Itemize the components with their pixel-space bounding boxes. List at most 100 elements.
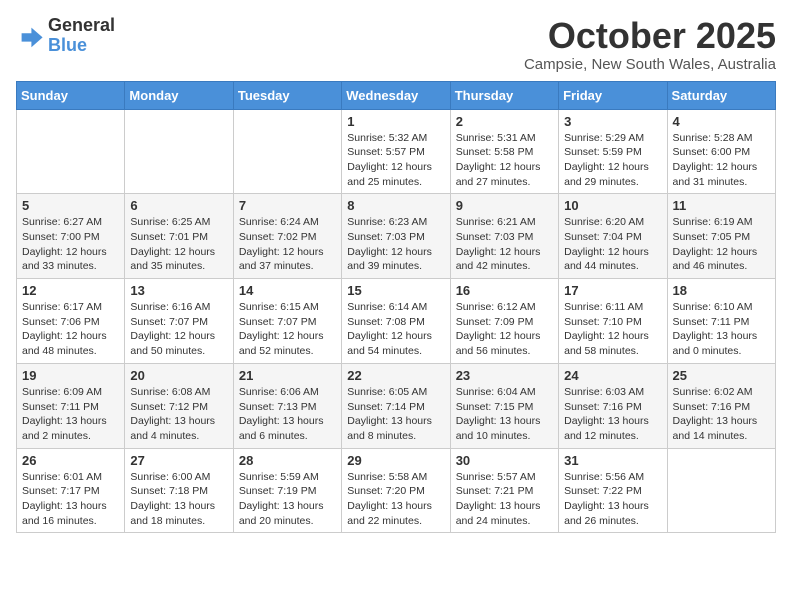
calendar-cell: 23 Sunrise: 6:04 AM Sunset: 7:15 PM Dayli… [450,363,558,448]
weekday-header-friday: Friday [559,81,667,109]
weekday-header-wednesday: Wednesday [342,81,450,109]
calendar-cell: 7Sunrise: 6:24 AM Sunset: 7:02 PM Daylig… [233,194,341,279]
calendar-cell: 24 Sunrise: 6:03 AM Sunset: 7:16 PM Dayli… [559,363,667,448]
day-info: Sunrise: 6:16 AM Sunset: 7:07 PM Dayligh… [130,300,227,359]
day-number: 31 [564,453,661,468]
day-number: 24 [564,368,661,383]
weekday-header-thursday: Thursday [450,81,558,109]
day-info: Sunrise: 6:09 AM Sunset: 7:11 PM Dayligh… [22,385,119,444]
day-info: Sunrise: 6:00 AM Sunset: 7:18 PM Dayligh… [130,470,227,529]
calendar-cell [233,109,341,194]
day-info: Sunrise: 6:06 AM Sunset: 7:13 PM Dayligh… [239,385,336,444]
day-info: Sunrise: 6:04 AM Sunset: 7:15 PM Dayligh… [456,385,553,444]
day-info: Sunrise: 5:56 AM Sunset: 7:22 PM Dayligh… [564,470,661,529]
calendar-cell: 25 Sunrise: 6:02 AM Sunset: 7:16 PM Dayli… [667,363,775,448]
logo-icon [16,22,44,50]
page-header: General Blue October 2025 Campsie, New S… [16,16,776,73]
day-number: 22 [347,368,444,383]
calendar-cell: 10 Sunrise: 6:20 AM Sunset: 7:04 PM Dayli… [559,194,667,279]
day-info: Sunrise: 6:10 AM Sunset: 7:11 PM Dayligh… [673,300,770,359]
calendar-week-4: 19 Sunrise: 6:09 AM Sunset: 7:11 PM Dayli… [17,363,776,448]
calendar-week-2: 5Sunrise: 6:27 AM Sunset: 7:00 PM Daylig… [17,194,776,279]
calendar-cell: 8 Sunrise: 6:23 AM Sunset: 7:03 PM Daylig… [342,194,450,279]
day-info: Sunrise: 6:02 AM Sunset: 7:16 PM Dayligh… [673,385,770,444]
day-info: Sunrise: 6:21 AM Sunset: 7:03 PM Dayligh… [456,215,553,274]
day-info: Sunrise: 5:31 AM Sunset: 5:58 PM Dayligh… [456,131,553,190]
title-block: October 2025 Campsie, New South Wales, A… [524,16,776,73]
weekday-header-saturday: Saturday [667,81,775,109]
day-number: 14 [239,283,336,298]
calendar-cell: 17Sunrise: 6:11 AM Sunset: 7:10 PM Dayli… [559,279,667,364]
day-info: Sunrise: 5:58 AM Sunset: 7:20 PM Dayligh… [347,470,444,529]
day-number: 20 [130,368,227,383]
calendar-cell [125,109,233,194]
day-number: 26 [22,453,119,468]
day-number: 11 [673,198,770,213]
calendar-cell: 14 Sunrise: 6:15 AM Sunset: 7:07 PM Dayli… [233,279,341,364]
day-info: Sunrise: 6:17 AM Sunset: 7:06 PM Dayligh… [22,300,119,359]
calendar-cell: 26 Sunrise: 6:01 AM Sunset: 7:17 PM Dayli… [17,448,125,533]
day-info: Sunrise: 6:14 AM Sunset: 7:08 PM Dayligh… [347,300,444,359]
calendar-cell: 4Sunrise: 5:28 AM Sunset: 6:00 PM Daylig… [667,109,775,194]
day-number: 10 [564,198,661,213]
day-number: 8 [347,198,444,213]
day-info: Sunrise: 6:23 AM Sunset: 7:03 PM Dayligh… [347,215,444,274]
calendar-cell: 20 Sunrise: 6:08 AM Sunset: 7:12 PM Dayli… [125,363,233,448]
day-number: 30 [456,453,553,468]
day-info: Sunrise: 5:32 AM Sunset: 5:57 PM Dayligh… [347,131,444,190]
day-info: Sunrise: 6:05 AM Sunset: 7:14 PM Dayligh… [347,385,444,444]
calendar-cell: 15 Sunrise: 6:14 AM Sunset: 7:08 PM Dayli… [342,279,450,364]
calendar-cell: 16 Sunrise: 6:12 AM Sunset: 7:09 PM Dayli… [450,279,558,364]
calendar-cell: 21 Sunrise: 6:06 AM Sunset: 7:13 PM Dayli… [233,363,341,448]
day-info: Sunrise: 6:25 AM Sunset: 7:01 PM Dayligh… [130,215,227,274]
day-info: Sunrise: 6:19 AM Sunset: 7:05 PM Dayligh… [673,215,770,274]
day-info: Sunrise: 6:03 AM Sunset: 7:16 PM Dayligh… [564,385,661,444]
day-info: Sunrise: 6:01 AM Sunset: 7:17 PM Dayligh… [22,470,119,529]
month-title: October 2025 [524,16,776,56]
weekday-header-tuesday: Tuesday [233,81,341,109]
calendar-cell: 2Sunrise: 5:31 AM Sunset: 5:58 PM Daylig… [450,109,558,194]
logo-general-text: General [48,15,115,35]
calendar-cell: 22 Sunrise: 6:05 AM Sunset: 7:14 PM Dayli… [342,363,450,448]
day-info: Sunrise: 6:15 AM Sunset: 7:07 PM Dayligh… [239,300,336,359]
weekday-header-row: SundayMondayTuesdayWednesdayThursdayFrid… [17,81,776,109]
calendar-cell: 6Sunrise: 6:25 AM Sunset: 7:01 PM Daylig… [125,194,233,279]
calendar-cell: 31 Sunrise: 5:56 AM Sunset: 7:22 PM Dayli… [559,448,667,533]
day-info: Sunrise: 5:29 AM Sunset: 5:59 PM Dayligh… [564,131,661,190]
day-info: Sunrise: 5:28 AM Sunset: 6:00 PM Dayligh… [673,131,770,190]
day-number: 12 [22,283,119,298]
day-info: Sunrise: 5:57 AM Sunset: 7:21 PM Dayligh… [456,470,553,529]
day-number: 23 [456,368,553,383]
calendar-cell: 29 Sunrise: 5:58 AM Sunset: 7:20 PM Dayli… [342,448,450,533]
day-info: Sunrise: 6:27 AM Sunset: 7:00 PM Dayligh… [22,215,119,274]
day-number: 19 [22,368,119,383]
day-number: 16 [456,283,553,298]
calendar-cell: 18Sunrise: 6:10 AM Sunset: 7:11 PM Dayli… [667,279,775,364]
logo: General Blue [16,16,115,56]
day-info: Sunrise: 6:12 AM Sunset: 7:09 PM Dayligh… [456,300,553,359]
location: Campsie, New South Wales, Australia [524,56,776,73]
day-number: 7 [239,198,336,213]
day-number: 25 [673,368,770,383]
day-info: Sunrise: 6:08 AM Sunset: 7:12 PM Dayligh… [130,385,227,444]
day-number: 29 [347,453,444,468]
weekday-header-monday: Monday [125,81,233,109]
day-number: 15 [347,283,444,298]
calendar-cell: 11 Sunrise: 6:19 AM Sunset: 7:05 PM Dayli… [667,194,775,279]
calendar-cell: 28Sunrise: 5:59 AM Sunset: 7:19 PM Dayli… [233,448,341,533]
day-number: 17 [564,283,661,298]
day-number: 3 [564,114,661,129]
day-number: 28 [239,453,336,468]
day-number: 21 [239,368,336,383]
calendar-week-3: 12 Sunrise: 6:17 AM Sunset: 7:06 PM Dayli… [17,279,776,364]
calendar-week-5: 26 Sunrise: 6:01 AM Sunset: 7:17 PM Dayli… [17,448,776,533]
calendar-cell: 19 Sunrise: 6:09 AM Sunset: 7:11 PM Dayli… [17,363,125,448]
calendar-cell: 12 Sunrise: 6:17 AM Sunset: 7:06 PM Dayli… [17,279,125,364]
calendar-cell: 30 Sunrise: 5:57 AM Sunset: 7:21 PM Dayli… [450,448,558,533]
calendar-cell: 9Sunrise: 6:21 AM Sunset: 7:03 PM Daylig… [450,194,558,279]
day-info: Sunrise: 6:20 AM Sunset: 7:04 PM Dayligh… [564,215,661,274]
calendar-table: SundayMondayTuesdayWednesdayThursdayFrid… [16,81,776,534]
calendar-week-1: 1Sunrise: 5:32 AM Sunset: 5:57 PM Daylig… [17,109,776,194]
calendar-cell: 1Sunrise: 5:32 AM Sunset: 5:57 PM Daylig… [342,109,450,194]
logo-blue-text: Blue [48,35,87,55]
